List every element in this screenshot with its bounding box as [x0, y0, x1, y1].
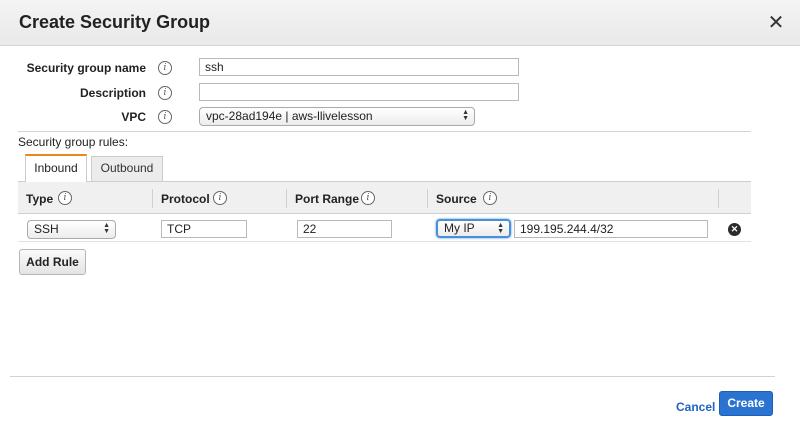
column-divider — [286, 189, 287, 208]
rule-source-select-value: My IP — [444, 221, 475, 235]
column-header-protocol: Protocol — [161, 192, 210, 206]
remove-rule-icon[interactable]: ✕ — [728, 223, 741, 236]
info-icon[interactable]: i — [158, 61, 172, 75]
cancel-button[interactable]: Cancel — [676, 400, 715, 414]
tab-outbound[interactable]: Outbound — [91, 156, 163, 181]
column-header-port-range: Port Range — [295, 192, 360, 206]
select-arrows-icon: ▲ ▼ — [462, 109, 469, 122]
column-divider — [152, 189, 153, 208]
rule-source-cidr-input[interactable] — [514, 220, 708, 238]
info-icon[interactable]: i — [58, 191, 72, 205]
add-rule-button[interactable]: Add Rule — [19, 249, 86, 275]
select-arrows-icon: ▲ ▼ — [497, 222, 504, 235]
select-arrows-icon: ▲ ▼ — [103, 222, 110, 235]
security-group-name-label: Security group name — [26, 61, 146, 75]
security-group-name-input[interactable] — [199, 58, 519, 76]
tab-inbound[interactable]: Inbound — [25, 154, 87, 182]
rule-source-select[interactable]: My IP ▲ ▼ — [436, 219, 511, 238]
section-divider — [18, 131, 751, 132]
create-button[interactable]: Create — [719, 391, 773, 416]
vpc-select[interactable]: vpc-28ad194e | aws-llivelesson ▲ ▼ — [199, 107, 475, 126]
description-input[interactable] — [199, 83, 519, 101]
info-icon[interactable]: i — [361, 191, 375, 205]
column-divider — [427, 189, 428, 208]
dialog-header: Create Security Group ✕ — [0, 0, 800, 46]
info-icon[interactable]: i — [483, 191, 497, 205]
vpc-select-value: vpc-28ad194e | aws-llivelesson — [206, 109, 373, 123]
column-divider — [718, 189, 719, 208]
dialog-title: Create Security Group — [19, 12, 211, 32]
rule-protocol-input[interactable] — [161, 220, 247, 238]
security-group-rules-label: Security group rules: — [18, 135, 129, 149]
table-row-divider — [18, 241, 751, 242]
rules-table-header: Type i Protocol i Port Range i Source i — [18, 181, 751, 214]
rule-type-value: SSH — [34, 222, 59, 236]
info-icon[interactable]: i — [158, 110, 172, 124]
footer-divider — [10, 376, 775, 377]
rule-port-range-input[interactable] — [297, 220, 392, 238]
column-header-type: Type — [26, 192, 54, 206]
close-icon[interactable]: ✕ — [765, 12, 787, 34]
vpc-label: VPC — [121, 110, 146, 124]
info-icon[interactable]: i — [158, 86, 172, 100]
info-icon[interactable]: i — [213, 191, 227, 205]
rule-type-select[interactable]: SSH ▲ ▼ — [27, 220, 116, 239]
column-header-source: Source — [436, 192, 477, 206]
description-label: Description — [79, 86, 146, 100]
